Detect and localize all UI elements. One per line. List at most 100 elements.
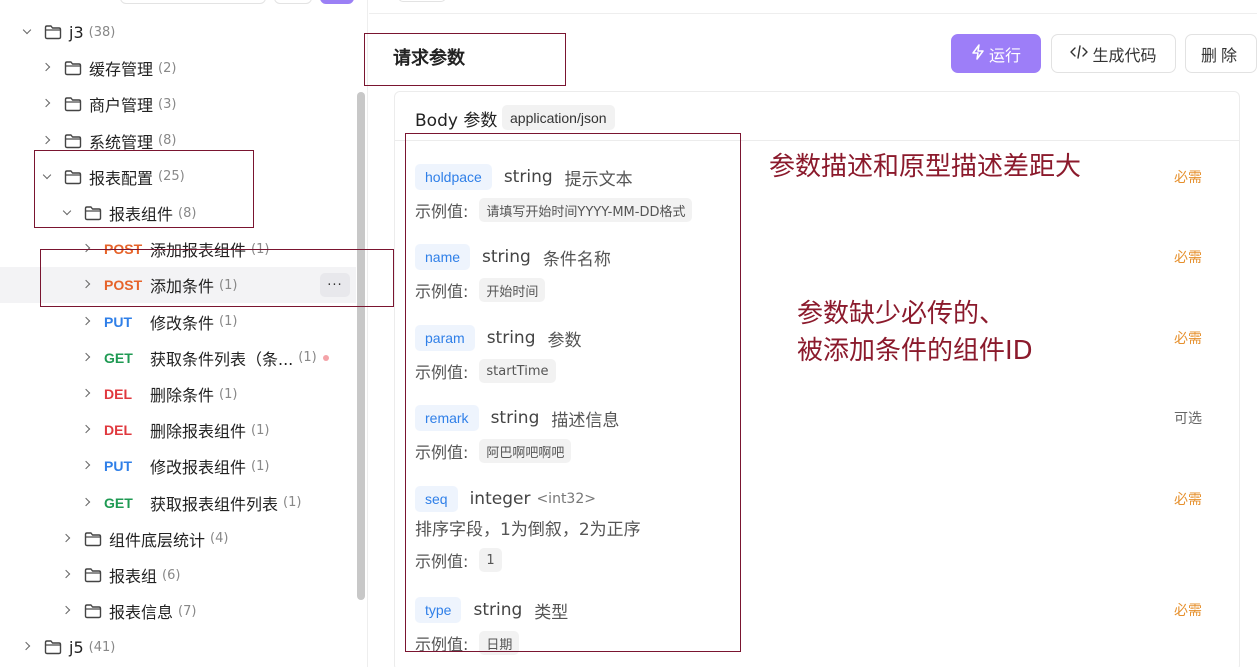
tree-folder[interactable]: j5 (41) <box>0 629 356 665</box>
chevron-right-icon[interactable] <box>20 640 34 654</box>
tree-folder-label: j3 <box>69 22 84 42</box>
tree-endpoint-label: 获取条件列表（条... <box>150 349 294 369</box>
chevron-down-icon[interactable] <box>20 25 34 39</box>
folder-icon <box>44 24 62 40</box>
tree-endpoint[interactable]: GET 获取报表组件列表 (1) <box>0 485 356 521</box>
param-required-tag: 必需 <box>1174 170 1202 186</box>
chevron-right-icon[interactable] <box>60 604 74 618</box>
annotation-note: 被添加条件的组件ID <box>797 336 1033 366</box>
tree-folder[interactable]: 报表组 (6) <box>0 557 356 593</box>
filter-button[interactable] <box>274 0 312 4</box>
tree-folder-label: 报表组 <box>109 567 158 586</box>
unsaved-dot-icon <box>322 354 329 361</box>
chevron-right-icon[interactable] <box>80 387 94 401</box>
folder-icon <box>64 96 82 112</box>
chevron-right-icon[interactable] <box>40 134 54 148</box>
run-button[interactable]: 运行 <box>951 34 1041 73</box>
chevron-right-icon[interactable] <box>80 496 94 510</box>
folder-icon <box>64 133 82 149</box>
tree-count: (1) <box>298 350 317 366</box>
tree-count: (1) <box>251 422 270 438</box>
tree-endpoint-label: 修改报表组件 <box>150 458 247 478</box>
tree-count: (7) <box>178 603 197 619</box>
tree-count: (1) <box>219 386 238 402</box>
tree-count: (38) <box>88 24 116 40</box>
tree-count: (6) <box>162 567 181 583</box>
divider <box>369 13 1257 14</box>
tree-endpoint[interactable]: DEL 删除报表组件 (1) <box>0 412 356 448</box>
tree-folder[interactable]: j3 (38) <box>0 14 356 50</box>
http-method-badge: DEL <box>104 386 132 402</box>
tree-endpoint[interactable]: GET 获取条件列表（条... (1) <box>0 340 356 376</box>
tree-endpoint-label: 删除报表组件 <box>150 422 247 442</box>
tree-count: (1) <box>283 495 302 511</box>
body-params-title: Body 参数 <box>415 111 498 131</box>
tree-folder-label: 组件底层统计 <box>109 530 206 550</box>
add-button[interactable] <box>320 0 354 4</box>
tree-count: (8) <box>158 133 177 149</box>
param-required-tag: 必需 <box>1174 250 1202 266</box>
tree-folder[interactable]: 商户管理 (3) <box>0 86 356 122</box>
code-icon <box>1070 44 1089 63</box>
chevron-right-icon[interactable] <box>80 423 94 437</box>
chevron-right-icon[interactable] <box>80 459 94 473</box>
annotation-box <box>364 33 566 86</box>
tree-folder-label: 缓存管理 <box>89 60 154 80</box>
tree-count: (1) <box>251 458 270 474</box>
folder-icon <box>64 60 82 76</box>
tree-endpoint[interactable]: DEL 删除条件 (1) <box>0 376 356 412</box>
tree-count: (2) <box>158 60 177 76</box>
tree-folder[interactable]: 组件底层统计 (4) <box>0 521 356 557</box>
delete-button-label: 删除 <box>1200 45 1241 65</box>
chevron-right-icon[interactable] <box>40 61 54 75</box>
annotation-box <box>34 150 254 228</box>
sidebar-scrollbar[interactable] <box>357 92 365 600</box>
folder-icon <box>84 531 102 547</box>
chevron-right-icon[interactable] <box>60 532 74 546</box>
tree-count: (1) <box>219 314 238 330</box>
annotation-note: 参数描述和原型描述差距大 <box>769 152 1082 182</box>
tree-folder-label: 商户管理 <box>89 96 154 116</box>
annotation-box <box>40 249 394 307</box>
tree-endpoint-label: 删除条件 <box>150 386 215 405</box>
search-input[interactable] <box>120 0 266 4</box>
tab-stub[interactable] <box>398 0 446 2</box>
http-method-badge: GET <box>104 349 133 366</box>
lightning-icon <box>971 43 985 64</box>
tree-endpoint[interactable]: PUT 修改条件 (1) <box>0 304 356 340</box>
folder-icon <box>84 567 102 583</box>
generate-code-button[interactable]: 生成代码 <box>1051 34 1176 73</box>
content-type-badge: application/json <box>502 105 615 130</box>
tree-count: (3) <box>158 96 177 112</box>
tree-folder[interactable]: 缓存管理 (2) <box>0 50 356 86</box>
tree-endpoint-label: 获取报表组件列表 <box>150 494 279 514</box>
tree-endpoint[interactable]: PUT 修改报表组件 (1) <box>0 448 356 484</box>
tree-count: (4) <box>210 531 229 547</box>
chevron-right-icon[interactable] <box>60 568 74 582</box>
tree-folder-label: 报表信息 <box>109 603 174 623</box>
tree-count: (41) <box>88 639 116 655</box>
folder-icon <box>44 639 62 655</box>
run-button-label: 运行 <box>988 45 1021 65</box>
http-method-badge: PUT <box>104 458 132 475</box>
tree-folder[interactable]: 报表信息 (7) <box>0 593 356 629</box>
tree-endpoint-label: 修改条件 <box>150 313 215 333</box>
tree-folder-label: 系统管理 <box>89 132 154 152</box>
param-required-tag: 可选 <box>1174 411 1202 427</box>
annotation-note: 参数缺少必传的、 <box>797 299 1006 329</box>
param-required-tag: 必需 <box>1174 331 1202 347</box>
param-required-tag: 必需 <box>1174 492 1202 508</box>
http-method-badge: GET <box>104 494 133 511</box>
folder-icon <box>84 603 102 619</box>
generate-code-label: 生成代码 <box>1092 45 1157 65</box>
api-tree-sidebar: j3 (38) 缓存管理 (2) 商户管理 (3) 系统管理 (8) 报表配置 (25) 报表组件(… <box>0 0 368 667</box>
http-method-badge: PUT <box>104 313 132 330</box>
tree-folder-label: j5 <box>69 637 84 657</box>
chevron-right-icon[interactable] <box>80 315 94 329</box>
chevron-right-icon[interactable] <box>40 97 54 111</box>
http-method-badge: DEL <box>104 422 132 439</box>
chevron-right-icon[interactable] <box>80 351 94 365</box>
param-required-tag: 必需 <box>1174 603 1202 619</box>
delete-button[interactable]: 删除 <box>1185 34 1257 73</box>
annotation-box <box>405 133 741 652</box>
